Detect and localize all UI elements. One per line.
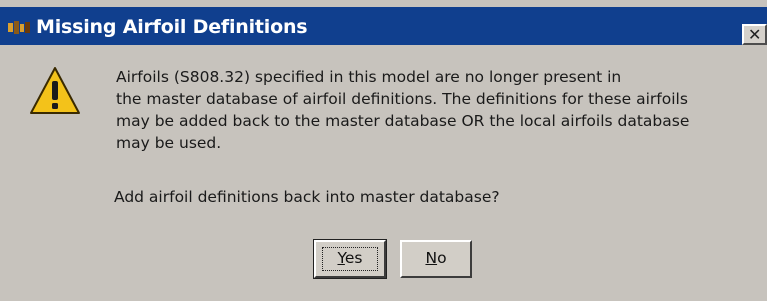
warning-icon (30, 67, 80, 114)
no-button-label: o (437, 249, 447, 267)
close-button[interactable]: ✕ (742, 24, 767, 45)
close-icon[interactable]: ✕ (748, 25, 761, 44)
app-icon (8, 21, 30, 34)
dialog-window: Missing Airfoil Definitions ✕ Airfoils (… (0, 0, 767, 301)
message-line: the master database of airfoil definitio… (116, 90, 688, 108)
yes-button[interactable]: Yes (313, 239, 387, 279)
no-button-accelerator: N (425, 249, 438, 267)
focus-rectangle (322, 247, 378, 271)
message-text: Airfoils (S808.32) specified in this mod… (116, 66, 756, 154)
question-text: Add airfoil definitions back into master… (114, 188, 500, 206)
no-button[interactable]: No (400, 240, 472, 278)
dialog-title: Missing Airfoil Definitions (36, 16, 308, 38)
message-line: may be used. (116, 134, 222, 152)
message-line: may be added back to the master database… (116, 112, 690, 130)
message-line: Airfoils (S808.32) specified in this mod… (116, 68, 622, 86)
title-bar[interactable]: Missing Airfoil Definitions ✕ (0, 7, 767, 45)
